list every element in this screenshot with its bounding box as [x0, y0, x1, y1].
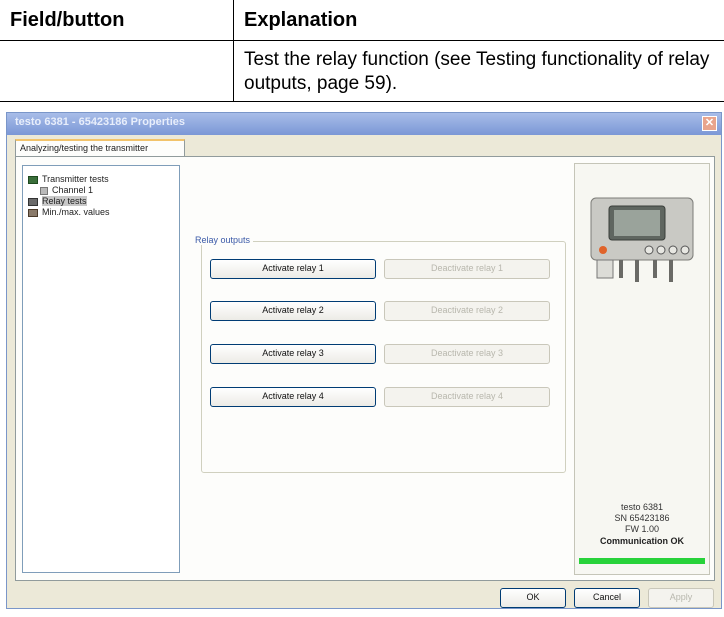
navigation-tree: Transmitter tests Channel 1 Relay tests … — [22, 165, 180, 573]
device-serial: SN 65423186 — [614, 513, 670, 523]
table-header: Field/button Explanation — [0, 0, 724, 41]
relay-outputs-label: Relay outputs — [192, 235, 254, 245]
communication-status-bar — [579, 558, 705, 564]
tab-analyzing-testing[interactable]: Analyzing/testing the transmitter — [15, 139, 185, 157]
tab-panel: Transmitter tests Channel 1 Relay tests … — [15, 156, 715, 581]
device-model: testo 6381 — [620, 502, 664, 512]
activate-relay-4-button[interactable]: Activate relay 4 — [210, 387, 376, 407]
deactivate-relay-4-button[interactable]: Deactivate relay 4 — [384, 387, 550, 407]
tester-icon — [28, 175, 38, 184]
activate-relay-1-button[interactable]: Activate relay 1 — [210, 259, 376, 279]
manual-table: Field/button Explanation Test the relay … — [0, 0, 724, 102]
activate-relay-3-button[interactable]: Activate relay 3 — [210, 344, 376, 364]
device-info-panel: testo 6381 SN 65423186 FW 1.00 Communica… — [574, 163, 710, 575]
explanation-text: Test the relay function (see Testing fun… — [244, 49, 710, 94]
dialog-titlebar[interactable]: testo 6381 - 65423186 Properties ✕ — [7, 113, 721, 135]
tree-item-min-max-values[interactable]: Min./max. values — [28, 207, 110, 218]
deactivate-relay-2-button[interactable]: Deactivate relay 2 — [384, 301, 550, 321]
header-field-button: Field/button — [10, 9, 125, 31]
tree-item-relay-tests[interactable]: Relay tests — [28, 196, 87, 207]
tree-item-channel-1[interactable]: Channel 1 — [40, 185, 93, 196]
relay-icon — [28, 197, 38, 206]
properties-dialog: testo 6381 - 65423186 Properties ✕ Analy… — [6, 112, 722, 609]
dialog-title: testo 6381 - 65423186 Properties — [15, 116, 185, 128]
channel-icon — [40, 186, 48, 195]
deactivate-relay-1-button[interactable]: Deactivate relay 1 — [384, 259, 550, 279]
communication-status: Communication OK — [599, 536, 684, 546]
minmax-icon — [28, 208, 38, 217]
table-bottom-border — [0, 101, 724, 102]
device-firmware: FW 1.00 — [624, 524, 659, 534]
deactivate-relay-3-button[interactable]: Deactivate relay 3 — [384, 344, 550, 364]
ok-button[interactable]: OK — [500, 588, 566, 608]
tree-item-transmitter-tests[interactable]: Transmitter tests — [28, 174, 109, 185]
activate-relay-2-button[interactable]: Activate relay 2 — [210, 301, 376, 321]
column-divider — [233, 0, 234, 102]
cancel-button[interactable]: Cancel — [574, 588, 640, 608]
transmitter-device-image — [590, 197, 694, 282]
close-icon[interactable]: ✕ — [702, 116, 717, 131]
header-explanation: Explanation — [244, 9, 358, 31]
apply-button[interactable]: Apply — [648, 588, 714, 608]
